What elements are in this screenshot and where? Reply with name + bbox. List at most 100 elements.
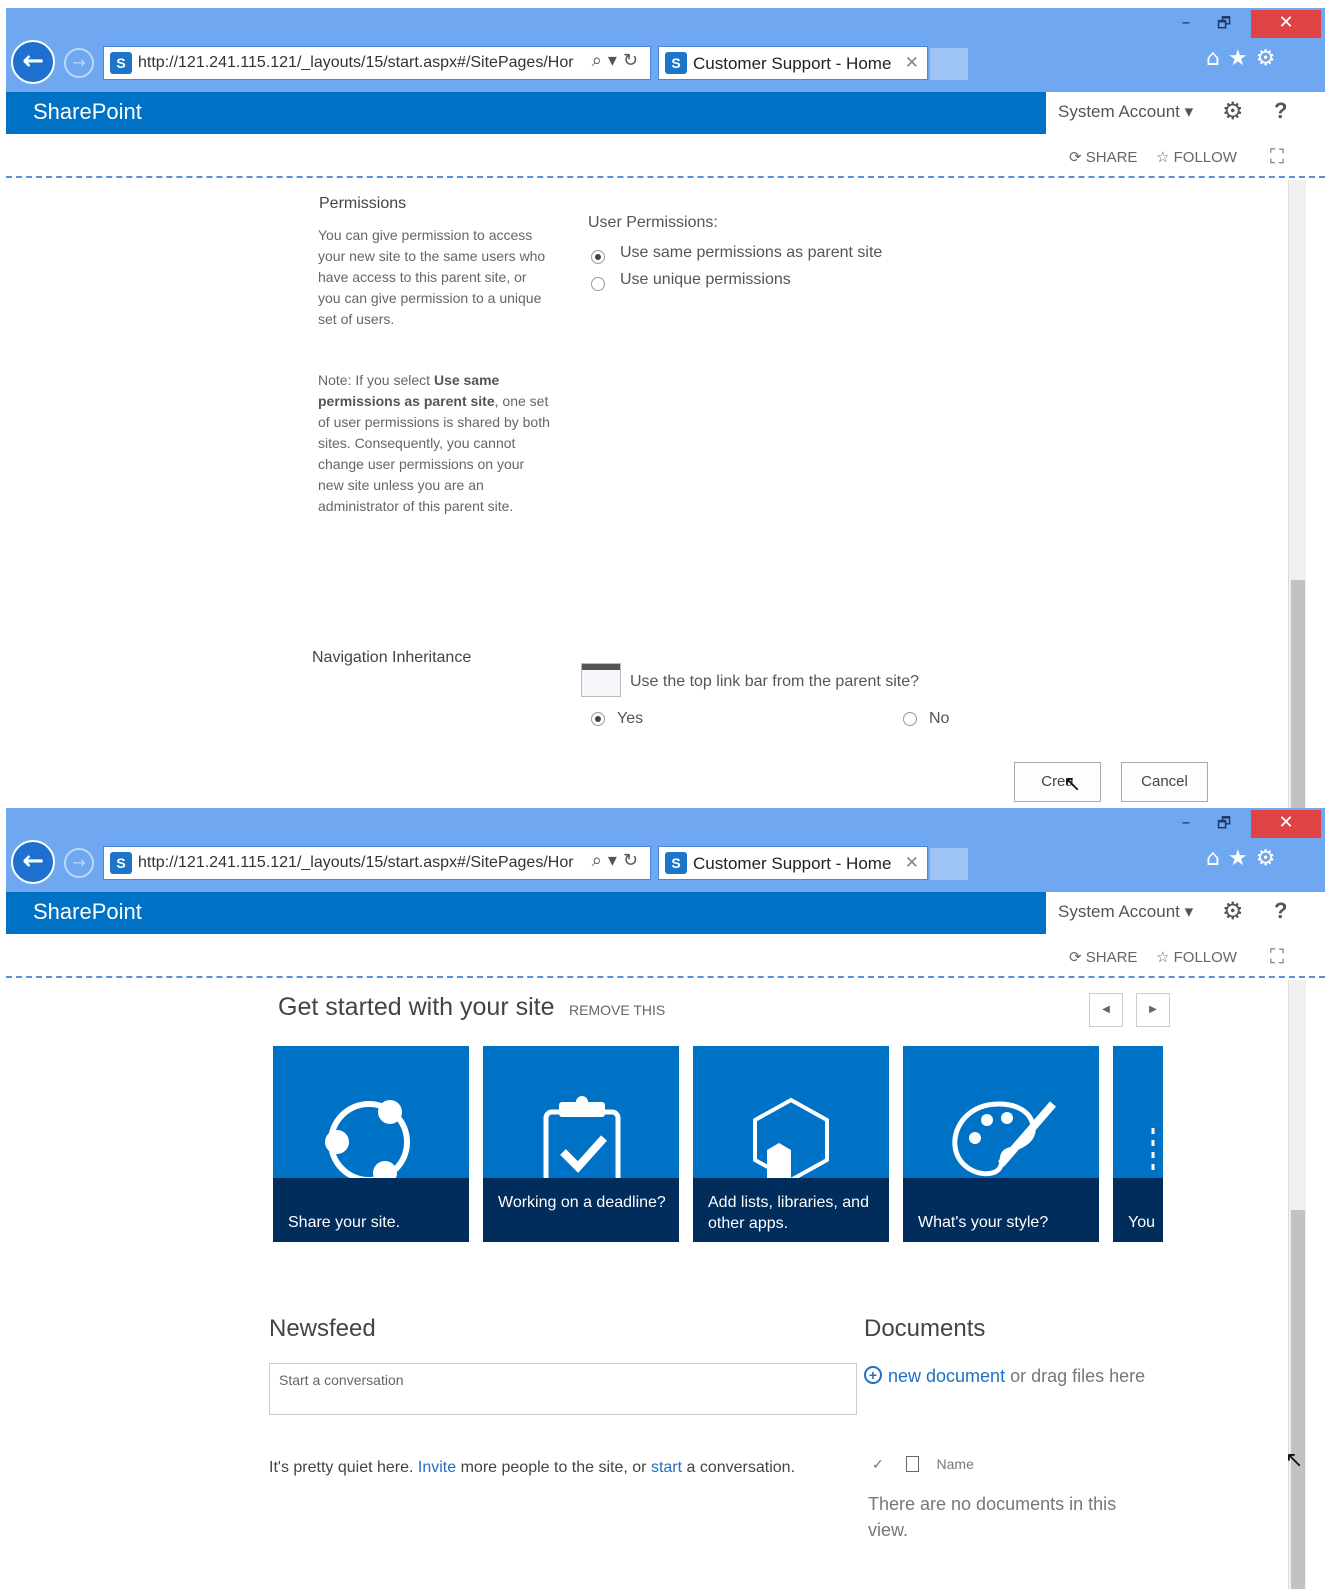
tools-gear-icon[interactable]: ⚙	[1256, 846, 1284, 871]
screenshot-site-home: – 🗗 ✕ ← → S http://121.241.115.121/_layo…	[6, 808, 1325, 1589]
browser-toolbar-icons[interactable]: ⌂★⚙	[1206, 46, 1283, 71]
unique-permissions-label[interactable]: Use unique permissions	[620, 271, 791, 289]
tile-caption: Share your site.	[273, 1178, 469, 1242]
previous-tile-button[interactable]: ◀	[1089, 993, 1123, 1027]
tab-title: Customer Support - Home	[693, 854, 892, 873]
close-button[interactable]: ✕	[1251, 10, 1321, 38]
sharepoint-brand[interactable]: SharePoint	[33, 899, 142, 925]
radio-nav-yes[interactable]	[591, 712, 605, 726]
forward-arrow-icon[interactable]: →	[64, 48, 94, 78]
sharepoint-brand[interactable]: SharePoint	[33, 99, 142, 125]
help-icon[interactable]: ?	[1274, 898, 1287, 924]
forward-arrow-icon[interactable]: →	[64, 848, 94, 878]
share-icon	[325, 1100, 410, 1178]
radio-nav-no[interactable]	[903, 712, 917, 726]
search-refresh-icons[interactable]: ⌕▾↻	[592, 50, 644, 71]
suite-bar: SharePoint System Account ▾ ⚙ ?	[6, 92, 1325, 134]
minimize-button[interactable]: –	[1171, 810, 1201, 838]
create-button[interactable]: Crea	[1014, 762, 1101, 802]
tab-title: Customer Support - Home	[693, 54, 892, 73]
clipboard-check-icon	[543, 1096, 621, 1178]
new-tab-button[interactable]	[930, 848, 968, 880]
back-arrow-icon[interactable]: ←	[11, 840, 55, 884]
home-icon[interactable]: ⌂	[1206, 46, 1228, 71]
follow-button[interactable]: ☆ FOLLOW	[1156, 148, 1237, 166]
scrollbar-thumb[interactable]	[1291, 1210, 1305, 1589]
star-outline-icon: ☆	[1156, 949, 1174, 966]
share-button[interactable]: ⟳ SHARE	[1069, 148, 1137, 166]
cancel-button[interactable]: Cancel	[1121, 762, 1208, 802]
favorites-star-icon[interactable]: ★	[1228, 46, 1256, 71]
suite-links: System Account ▾ ⚙ ?	[1046, 92, 1325, 134]
new-document-link[interactable]: new document	[888, 1366, 1005, 1386]
account-menu[interactable]: System Account ▾	[1058, 902, 1193, 922]
tools-gear-icon[interactable]: ⚙	[1256, 46, 1284, 71]
address-bar[interactable]: S http://121.241.115.121/_layouts/15/sta…	[103, 846, 651, 880]
share-button[interactable]: ⟳ SHARE	[1069, 948, 1137, 966]
tile-deadline[interactable]: Working on a deadline?	[483, 1046, 679, 1242]
address-bar[interactable]: S http://121.241.115.121/_layouts/15/sta…	[103, 46, 651, 80]
maximize-button[interactable]: 🗗	[1209, 10, 1239, 38]
new-tab-button[interactable]	[930, 48, 968, 80]
documents-title: Documents	[864, 1315, 986, 1342]
close-button[interactable]: ✕	[1251, 810, 1321, 838]
mouse-cursor-icon: ↖	[1285, 1448, 1304, 1473]
newsfeed-empty-message: It's pretty quiet here. Invite more peop…	[269, 1459, 796, 1476]
help-icon[interactable]: ?	[1274, 98, 1287, 124]
nav-question: Use the top link bar from the parent sit…	[630, 673, 920, 690]
favorites-star-icon[interactable]: ★	[1228, 846, 1256, 871]
newsfeed-title: Newsfeed	[269, 1315, 376, 1342]
tab-favicon-icon: S	[665, 852, 687, 874]
settings-gear-icon[interactable]: ⚙	[1222, 897, 1244, 925]
select-all-check-icon[interactable]: ✓	[872, 1456, 884, 1472]
permissions-section-title: Permissions	[319, 195, 407, 212]
share-icon: ⟳	[1069, 149, 1086, 166]
permissions-note: Note: If you select Use same permissions…	[318, 372, 550, 514]
radio-same-permissions[interactable]	[591, 250, 605, 264]
suite-links: System Account ▾ ⚙ ?	[1046, 892, 1325, 934]
next-tile-button[interactable]: ▶	[1136, 993, 1170, 1027]
follow-button[interactable]: ☆ FOLLOW	[1156, 948, 1237, 966]
browser-toolbar-icons[interactable]: ⌂★⚙	[1206, 846, 1283, 871]
tile-caption: You	[1113, 1178, 1163, 1242]
account-menu[interactable]: System Account ▾	[1058, 102, 1193, 122]
tile-partial[interactable]: You	[1113, 1046, 1163, 1242]
nav-no-label[interactable]: No	[929, 710, 949, 728]
star-outline-icon: ☆	[1156, 149, 1174, 166]
search-refresh-icons[interactable]: ⌕▾↻	[592, 850, 644, 871]
focus-content-icon[interactable]: ⛶	[1270, 144, 1284, 168]
top-link-bar-icon	[581, 663, 621, 697]
same-permissions-label[interactable]: Use same permissions as parent site	[620, 244, 882, 262]
tile-add-apps[interactable]: Add lists, libraries, and other apps.	[693, 1046, 889, 1242]
back-arrow-icon[interactable]: ←	[11, 40, 55, 84]
browser-tab[interactable]: S Customer Support - Home ✕	[658, 846, 928, 880]
vertical-scrollbar[interactable]	[1288, 980, 1306, 1589]
start-conversation-link[interactable]: start	[651, 1459, 682, 1476]
browser-tab[interactable]: S Customer Support - Home ✕	[658, 46, 928, 80]
new-document-area: + new document or drag files here	[864, 1363, 1154, 1389]
url-text[interactable]: http://121.241.115.121/_layouts/15/start…	[138, 854, 584, 872]
suite-bar: SharePoint System Account ▾ ⚙ ?	[6, 892, 1325, 934]
settings-gear-icon[interactable]: ⚙	[1222, 97, 1244, 125]
tab-close-icon[interactable]: ✕	[905, 53, 919, 73]
tab-close-icon[interactable]: ✕	[905, 853, 919, 873]
invite-link[interactable]: Invite	[418, 1459, 456, 1476]
minimize-button[interactable]: –	[1171, 10, 1201, 38]
name-column-header[interactable]: Name	[937, 1456, 974, 1472]
remove-this-link[interactable]: REMOVE THIS	[569, 1002, 665, 1018]
radio-unique-permissions[interactable]	[591, 277, 605, 291]
navigation-inheritance-title: Navigation Inheritance	[312, 649, 472, 666]
tile-style[interactable]: What's your style?	[903, 1046, 1099, 1242]
focus-content-icon[interactable]: ⛶	[1270, 944, 1284, 968]
url-text[interactable]: http://121.241.115.121/_layouts/15/start…	[138, 54, 584, 72]
add-circle-icon[interactable]: +	[864, 1366, 882, 1384]
start-conversation-input[interactable]: Start a conversation	[269, 1363, 857, 1415]
browser-title-bar: – 🗗 ✕ ← → S http://121.241.115.121/_layo…	[6, 8, 1325, 92]
home-icon[interactable]: ⌂	[1206, 846, 1228, 871]
maximize-button[interactable]: 🗗	[1209, 810, 1239, 838]
vertical-scrollbar[interactable]	[1288, 180, 1306, 808]
screenshot-create-site: – 🗗 ✕ ← → S http://121.241.115.121/_layo…	[6, 8, 1325, 808]
scrollbar-thumb[interactable]	[1291, 580, 1305, 808]
nav-yes-label[interactable]: Yes	[617, 710, 643, 728]
tile-share-site[interactable]: Share your site.	[273, 1046, 469, 1242]
